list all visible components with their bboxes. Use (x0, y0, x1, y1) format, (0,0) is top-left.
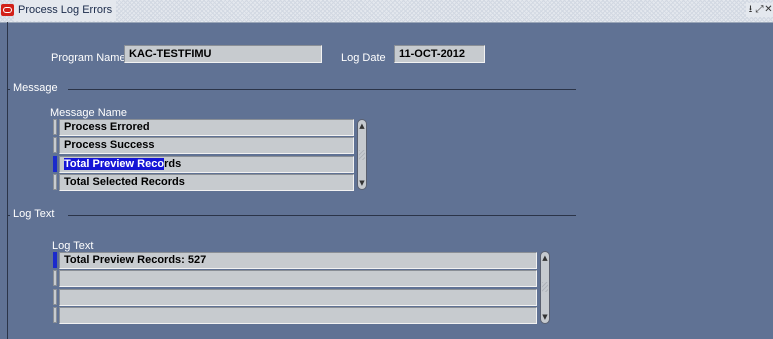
log-text-row[interactable] (59, 289, 537, 306)
current-record-indicator[interactable] (53, 156, 57, 172)
scroll-down-icon[interactable]: ▼ (358, 178, 366, 188)
scroll-down-icon[interactable]: ▼ (541, 312, 549, 322)
log-date-field[interactable]: 11-OCT-2012 (394, 45, 485, 63)
message-row[interactable]: Process Success (59, 137, 354, 154)
message-row[interactable]: Total Selected Records (59, 174, 354, 191)
title-bar[interactable]: Process Log Errors ⭳ ⤢ ✕ (0, 0, 773, 23)
maximize-icon[interactable]: ⤢ (755, 3, 764, 17)
record-indicator[interactable] (53, 119, 57, 135)
scroll-up-icon[interactable]: ▲ (541, 253, 549, 263)
message-row[interactable]: Process Errored (59, 119, 354, 136)
process-log-errors-window: Process Log Errors ⭳ ⤢ ✕ Program Name KA… (0, 0, 773, 339)
minimize-icon[interactable]: ⭳ (746, 3, 755, 17)
log-section-title: Log Text (10, 208, 58, 220)
message-section-title: Message (10, 82, 61, 94)
program-name-label: Program Name (51, 52, 126, 64)
close-icon[interactable]: ✕ (764, 3, 773, 17)
program-name-field[interactable]: KAC-TESTFIMU (124, 45, 322, 63)
message-section-line-right (68, 89, 576, 90)
log-text-row[interactable] (59, 270, 537, 287)
message-scrollbar[interactable]: ▲ ▼ (357, 119, 367, 190)
unselected-text: rds (164, 158, 182, 170)
selected-text: Total Preview Reco (64, 158, 165, 170)
window-left-border (7, 22, 8, 339)
record-indicator[interactable] (53, 307, 57, 323)
record-indicator[interactable] (53, 137, 57, 153)
scroll-grip[interactable] (542, 282, 548, 292)
message-name-column-label: Message Name (50, 107, 128, 119)
log-text-scrollbar[interactable]: ▲ ▼ (540, 251, 550, 324)
scroll-up-icon[interactable]: ▲ (358, 121, 366, 131)
record-indicator[interactable] (53, 270, 57, 286)
window-title: Process Log Errors (14, 0, 117, 21)
log-text-row[interactable] (59, 307, 537, 324)
log-section-line-right (68, 215, 576, 216)
window-controls: ⭳ ⤢ ✕ (746, 3, 773, 17)
log-text-column-label: Log Text (52, 240, 94, 252)
log-text-row[interactable]: Total Preview Records: 527 (59, 252, 537, 269)
record-indicator[interactable] (53, 174, 57, 190)
current-record-indicator[interactable] (53, 252, 57, 268)
record-indicator[interactable] (53, 289, 57, 305)
scroll-grip[interactable] (359, 150, 365, 160)
oracle-logo-icon (1, 4, 14, 16)
message-row-current[interactable]: Total Preview Records (59, 156, 354, 173)
log-date-label: Log Date (341, 52, 386, 64)
